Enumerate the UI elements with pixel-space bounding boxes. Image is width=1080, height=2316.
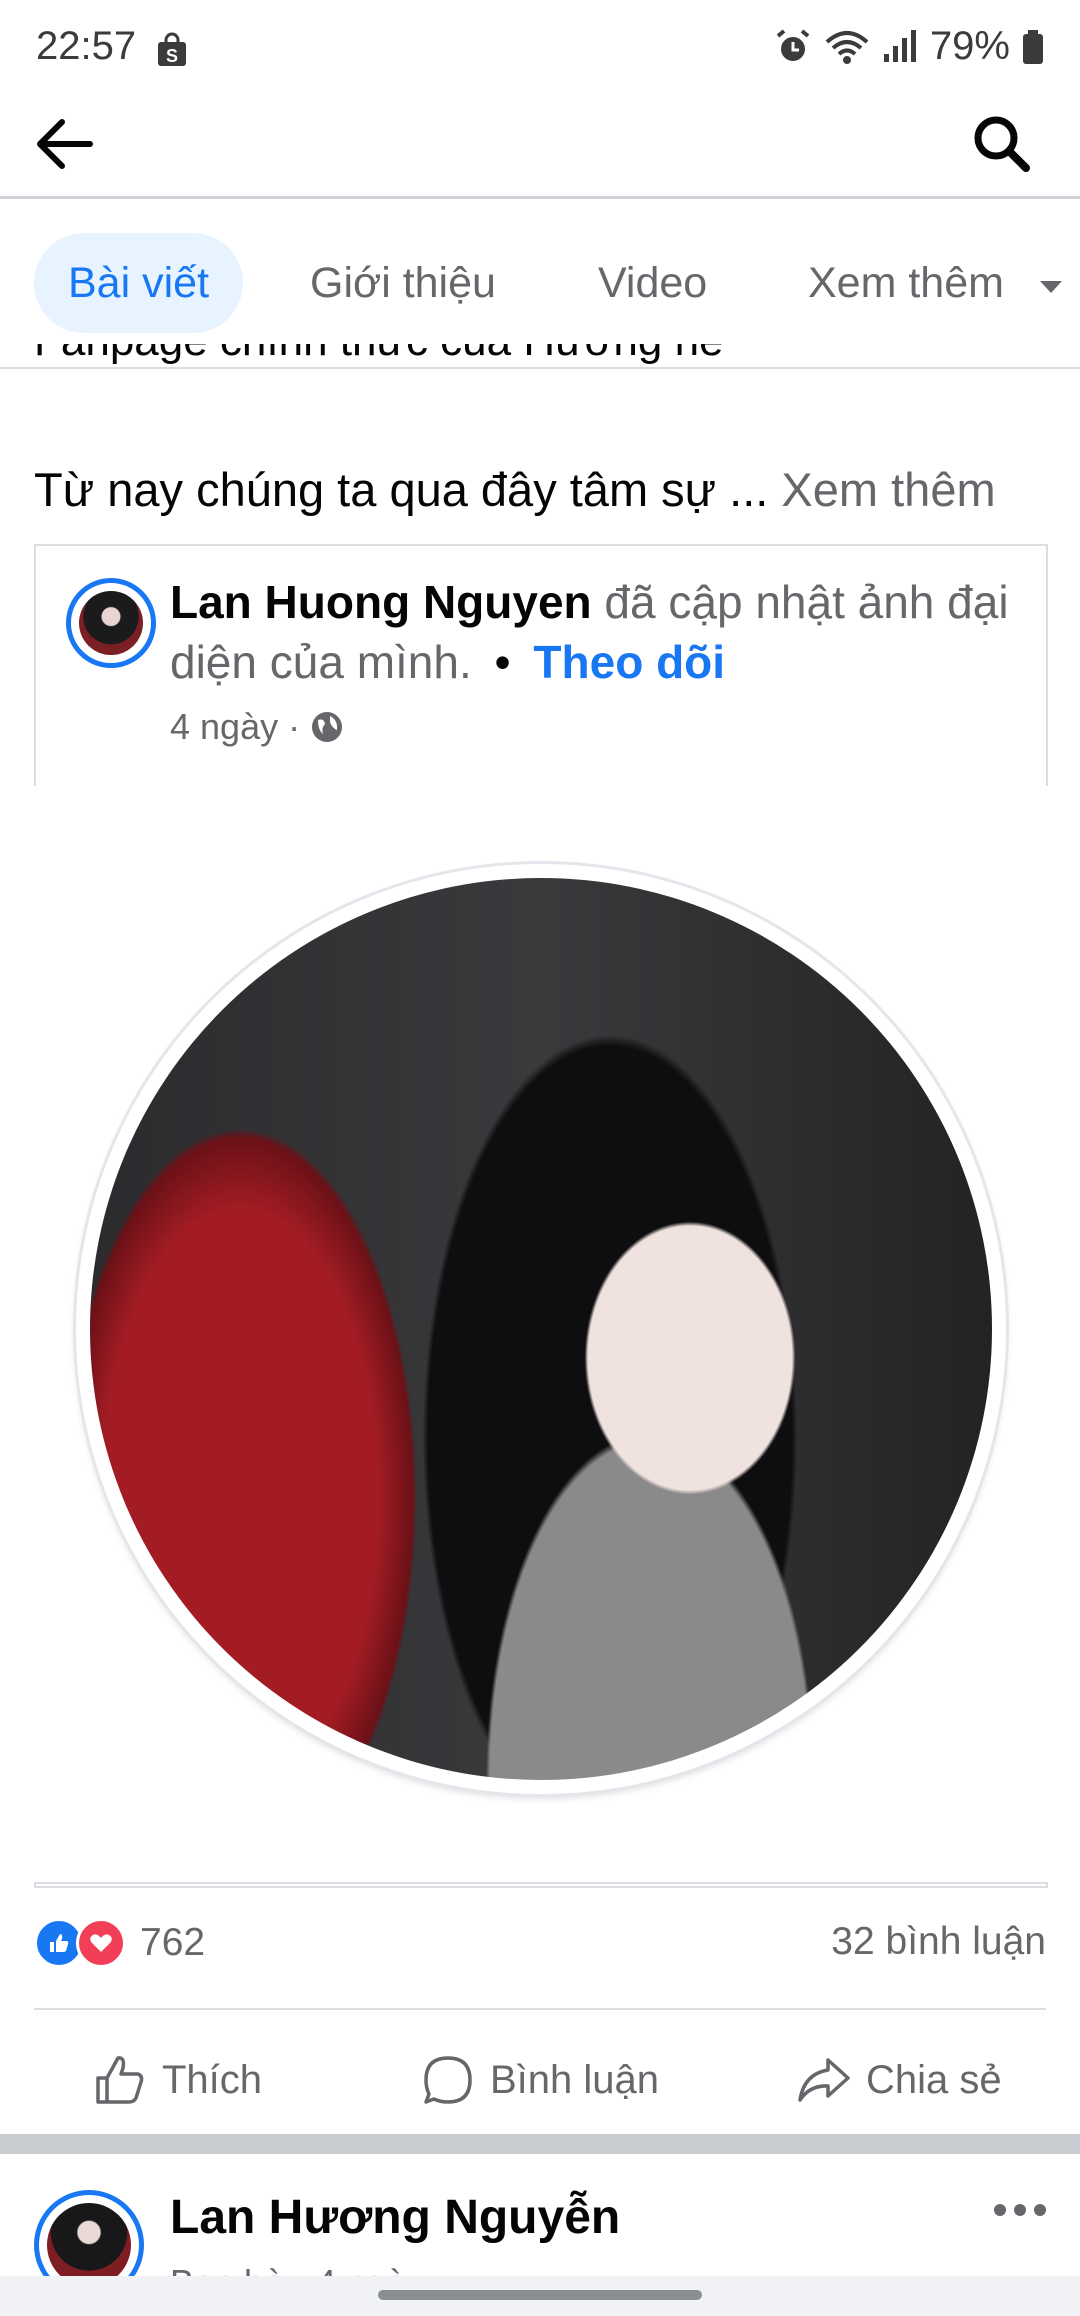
shopping-bag-icon: S bbox=[158, 32, 186, 66]
avatar[interactable] bbox=[66, 578, 156, 668]
signal-icon bbox=[883, 29, 916, 62]
search-icon[interactable] bbox=[966, 108, 1038, 180]
caret-down-icon bbox=[1039, 281, 1062, 293]
wifi-icon bbox=[825, 30, 869, 64]
post-time[interactable]: 4 ngày · bbox=[170, 706, 300, 748]
share-arrow-icon bbox=[798, 2058, 850, 2102]
share-button[interactable]: Chia sẻ bbox=[796, 2040, 1002, 2120]
status-bar: 22:57 S 79% bbox=[0, 0, 1080, 92]
back-arrow-icon[interactable] bbox=[30, 108, 102, 180]
card-bottom-divider bbox=[34, 1882, 1048, 1884]
card-header-text: Lan Huong Nguyen đã cập nhật ảnh đại diệ… bbox=[170, 572, 1010, 692]
tab-see-more[interactable]: Xem thêm bbox=[808, 233, 1064, 333]
like-label: Thích bbox=[162, 2057, 263, 2102]
divider bbox=[34, 2008, 1046, 2010]
comment-button[interactable]: Bình luận bbox=[420, 2040, 659, 2120]
section-separator bbox=[0, 2134, 1080, 2154]
dot-separator: • bbox=[494, 636, 511, 688]
svg-text:S: S bbox=[166, 46, 178, 66]
home-gesture-handle[interactable] bbox=[378, 2290, 702, 2300]
status-icons: 79% bbox=[774, 24, 1044, 69]
love-reaction-icon bbox=[76, 1918, 126, 1968]
post-text-body: Từ nay chúng ta qua đây tâm sự ... bbox=[34, 463, 769, 516]
tab-video[interactable]: Video bbox=[598, 233, 707, 333]
like-button[interactable]: Thích bbox=[92, 2040, 262, 2120]
avatar-image bbox=[79, 591, 143, 655]
card-meta: 4 ngày · bbox=[170, 706, 344, 748]
see-more-link[interactable]: Xem thêm bbox=[781, 463, 995, 516]
tab-about[interactable]: Giới thiệu bbox=[310, 233, 496, 333]
next-post-author[interactable]: Lan Hương Nguyễn bbox=[170, 2190, 620, 2245]
profile-photo bbox=[90, 878, 992, 1780]
tab-see-more-label: Xem thêm bbox=[808, 259, 1004, 307]
post-text: Từ nay chúng ta qua đây tâm sự ... Xem t… bbox=[34, 462, 996, 517]
comment-bubble-icon bbox=[424, 2056, 472, 2104]
battery-icon bbox=[1023, 29, 1043, 64]
comment-label: Bình luận bbox=[490, 2057, 660, 2102]
thumbs-up-icon bbox=[96, 2056, 144, 2104]
author-name[interactable]: Lan Huong Nguyen bbox=[170, 576, 592, 628]
next-post-avatar-image bbox=[47, 2203, 131, 2287]
alarm-icon bbox=[776, 28, 810, 61]
follow-link[interactable]: Theo dõi bbox=[533, 636, 725, 688]
tab-posts[interactable]: Bài viết bbox=[34, 233, 244, 333]
post-text-clipped: Fanpage chính thức của Hương nè bbox=[34, 344, 1034, 394]
profile-photo-frame[interactable] bbox=[76, 864, 1006, 1794]
top-bar bbox=[0, 92, 1080, 199]
battery-percent: 79% bbox=[929, 24, 1010, 68]
share-label: Chia sẻ bbox=[866, 2057, 1002, 2102]
post-text-clipped-content: Fanpage chính thức của Hương nè bbox=[34, 344, 1034, 366]
reaction-count: 762 bbox=[140, 1921, 206, 1964]
reactions-summary[interactable]: 762 bbox=[34, 1918, 205, 1968]
comment-count[interactable]: 32 bình luận bbox=[831, 1920, 1046, 1964]
more-options-icon[interactable] bbox=[990, 2190, 1050, 2230]
status-time: 22:57 bbox=[36, 24, 137, 68]
globe-icon bbox=[312, 712, 343, 742]
